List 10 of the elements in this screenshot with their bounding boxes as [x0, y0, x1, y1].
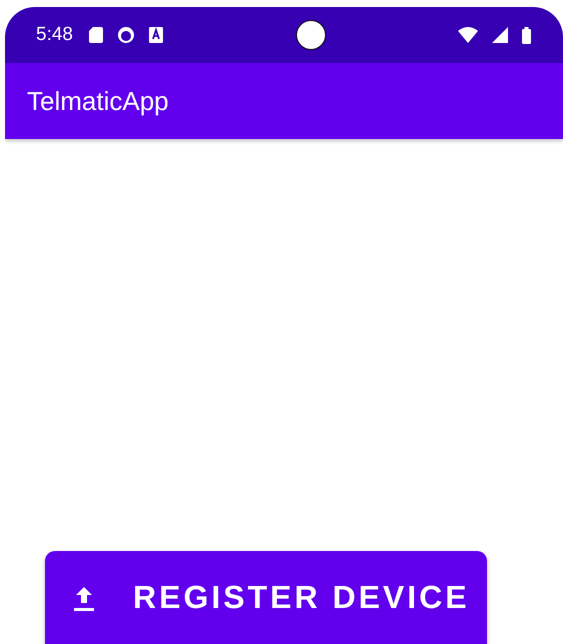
sd-card-icon [88, 27, 103, 43]
wifi-icon [458, 27, 478, 43]
upload-icon [73, 584, 95, 610]
app-title: TelmaticApp [27, 86, 169, 116]
register-device-button[interactable]: REGISTER DEVICE [45, 551, 487, 644]
camera-cutout [296, 20, 326, 50]
signal-icon [492, 27, 508, 43]
text-icon [148, 27, 163, 43]
battery-icon [522, 26, 532, 44]
status-time: 5:48 [36, 24, 73, 46]
